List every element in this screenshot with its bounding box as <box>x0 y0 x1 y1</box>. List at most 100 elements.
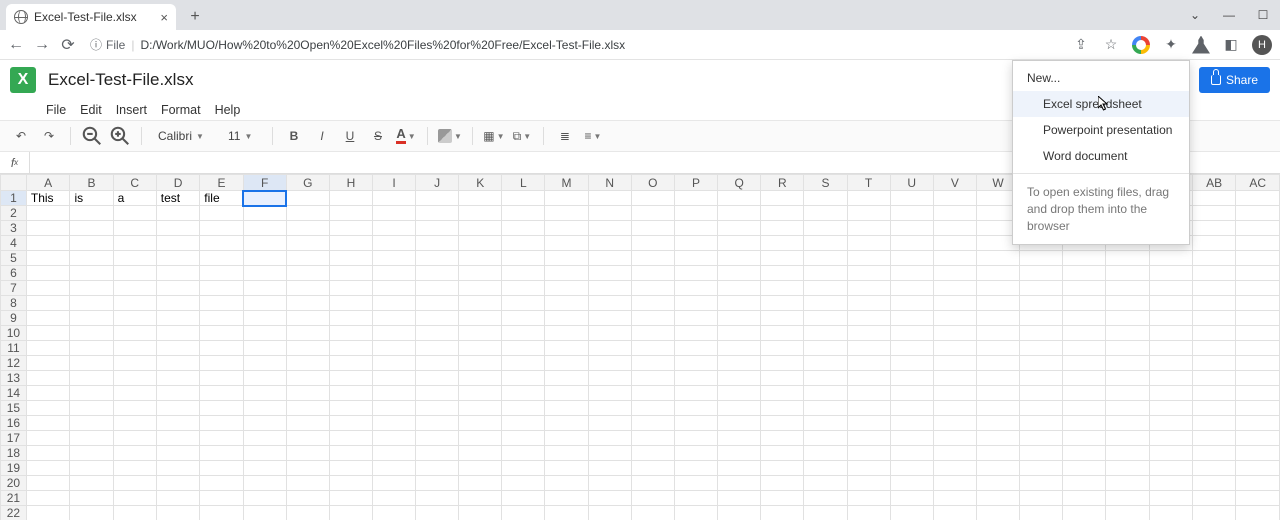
cell[interactable] <box>70 341 113 356</box>
cell[interactable] <box>933 371 976 386</box>
cell[interactable] <box>200 326 243 341</box>
cell[interactable] <box>502 431 545 446</box>
cell[interactable] <box>933 356 976 371</box>
cell[interactable] <box>1106 386 1149 401</box>
cell[interactable] <box>286 506 329 520</box>
cell[interactable] <box>1192 311 1235 326</box>
cell[interactable] <box>1020 356 1063 371</box>
document-title[interactable]: Excel-Test-File.xlsx <box>48 70 193 90</box>
cell[interactable] <box>156 491 200 506</box>
cell[interactable] <box>243 461 286 476</box>
column-header[interactable]: C <box>113 175 156 191</box>
cell[interactable] <box>890 281 933 296</box>
cell[interactable] <box>804 341 847 356</box>
dropdown-item-powerpoint[interactable]: Powerpoint presentation <box>1013 117 1189 143</box>
cell[interactable] <box>674 431 717 446</box>
cell[interactable] <box>416 296 459 311</box>
cell[interactable] <box>113 206 156 221</box>
cell[interactable] <box>1063 401 1106 416</box>
cell[interactable] <box>1020 371 1063 386</box>
cell[interactable] <box>70 236 113 251</box>
cell[interactable] <box>631 401 674 416</box>
cell[interactable] <box>373 461 416 476</box>
cell[interactable] <box>243 386 286 401</box>
cell[interactable] <box>416 326 459 341</box>
text-color-icon[interactable]: A▼ <box>395 125 417 147</box>
cell[interactable] <box>847 251 890 266</box>
cell[interactable] <box>674 251 717 266</box>
cell[interactable] <box>718 191 761 206</box>
cell[interactable] <box>156 506 200 520</box>
cell[interactable] <box>459 506 502 520</box>
cell[interactable] <box>286 326 329 341</box>
cell[interactable] <box>674 296 717 311</box>
cell[interactable] <box>459 416 502 431</box>
cell[interactable] <box>761 206 804 221</box>
cell[interactable] <box>545 221 588 236</box>
cell[interactable] <box>976 416 1019 431</box>
cell[interactable] <box>416 476 459 491</box>
cell[interactable] <box>200 446 243 461</box>
cell[interactable] <box>200 206 243 221</box>
cell[interactable] <box>286 416 329 431</box>
cell[interactable]: is <box>70 191 113 206</box>
cell[interactable] <box>1020 281 1063 296</box>
cell[interactable] <box>459 371 502 386</box>
cell[interactable] <box>416 491 459 506</box>
cell[interactable] <box>373 416 416 431</box>
cell[interactable] <box>113 341 156 356</box>
cell[interactable] <box>718 206 761 221</box>
cell[interactable] <box>286 251 329 266</box>
cell[interactable] <box>674 236 717 251</box>
cell[interactable] <box>113 311 156 326</box>
cell[interactable] <box>718 461 761 476</box>
cell[interactable] <box>286 371 329 386</box>
cell[interactable] <box>674 221 717 236</box>
cell[interactable] <box>718 341 761 356</box>
cell[interactable] <box>329 356 372 371</box>
cell[interactable] <box>631 356 674 371</box>
cell[interactable] <box>631 341 674 356</box>
zoom-in-icon[interactable] <box>109 125 131 147</box>
cell[interactable] <box>1192 251 1235 266</box>
cell[interactable] <box>545 296 588 311</box>
cell[interactable] <box>70 371 113 386</box>
cell[interactable] <box>933 506 976 520</box>
cell[interactable] <box>1063 266 1106 281</box>
column-header[interactable]: Q <box>718 175 761 191</box>
cell[interactable] <box>976 341 1019 356</box>
cell[interactable] <box>286 296 329 311</box>
align-icon[interactable]: ≡▼ <box>582 125 604 147</box>
cell[interactable] <box>804 266 847 281</box>
cell[interactable] <box>156 431 200 446</box>
cell[interactable] <box>26 476 70 491</box>
cell[interactable] <box>1106 431 1149 446</box>
cell[interactable] <box>1192 206 1235 221</box>
cell[interactable] <box>933 266 976 281</box>
cell[interactable] <box>1149 461 1192 476</box>
cell[interactable] <box>976 506 1019 520</box>
cell[interactable] <box>1020 416 1063 431</box>
cell[interactable] <box>416 356 459 371</box>
cell[interactable] <box>156 341 200 356</box>
cell[interactable] <box>70 221 113 236</box>
cell[interactable] <box>26 266 70 281</box>
cell[interactable] <box>113 221 156 236</box>
cell[interactable] <box>1236 461 1280 476</box>
cell[interactable] <box>1192 281 1235 296</box>
cell[interactable] <box>933 386 976 401</box>
cell[interactable] <box>502 236 545 251</box>
cell[interactable] <box>1063 281 1106 296</box>
back-icon[interactable]: ← <box>8 37 24 53</box>
cell[interactable] <box>933 251 976 266</box>
cell[interactable] <box>674 326 717 341</box>
cell[interactable] <box>674 476 717 491</box>
cell[interactable] <box>1063 386 1106 401</box>
cell[interactable] <box>718 221 761 236</box>
cell[interactable] <box>718 491 761 506</box>
cell[interactable] <box>631 326 674 341</box>
cell[interactable] <box>286 341 329 356</box>
cell[interactable] <box>545 476 588 491</box>
cell[interactable] <box>1106 326 1149 341</box>
cell[interactable] <box>243 191 286 206</box>
